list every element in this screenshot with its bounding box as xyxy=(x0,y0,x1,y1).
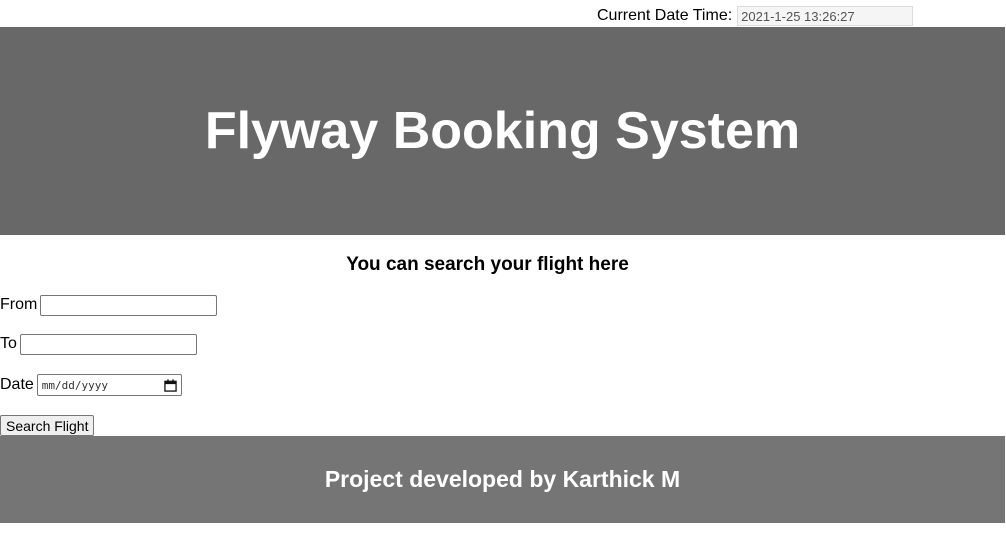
from-label: From xyxy=(0,296,38,313)
from-input[interactable] xyxy=(40,294,218,316)
to-row: To xyxy=(0,333,197,355)
page-footer: Project developed by Karthick M xyxy=(0,436,1005,523)
current-datetime-field xyxy=(737,6,914,26)
page-header: Flyway Booking System xyxy=(0,27,1005,235)
search-flight-button[interactable]: Search Flight xyxy=(0,415,95,436)
from-row: From xyxy=(0,294,218,316)
current-datetime-label: Current Date Time: xyxy=(597,7,733,24)
to-input[interactable] xyxy=(19,333,197,355)
page-title: Flyway Booking System xyxy=(204,102,801,160)
current-datetime-bar: Current Date Time: xyxy=(597,6,914,26)
to-label: To xyxy=(0,335,17,352)
date-input[interactable]: mm/dd/yyyy xyxy=(36,374,182,396)
calendar-icon[interactable] xyxy=(164,378,177,392)
date-label: Date xyxy=(0,376,34,393)
search-heading: You can search your flight here xyxy=(346,254,629,275)
footer-credit: Project developed by Karthick M xyxy=(324,466,681,492)
date-placeholder: mm/dd/yyyy xyxy=(41,378,109,392)
date-row: Date mm/dd/yyyy xyxy=(0,374,182,396)
